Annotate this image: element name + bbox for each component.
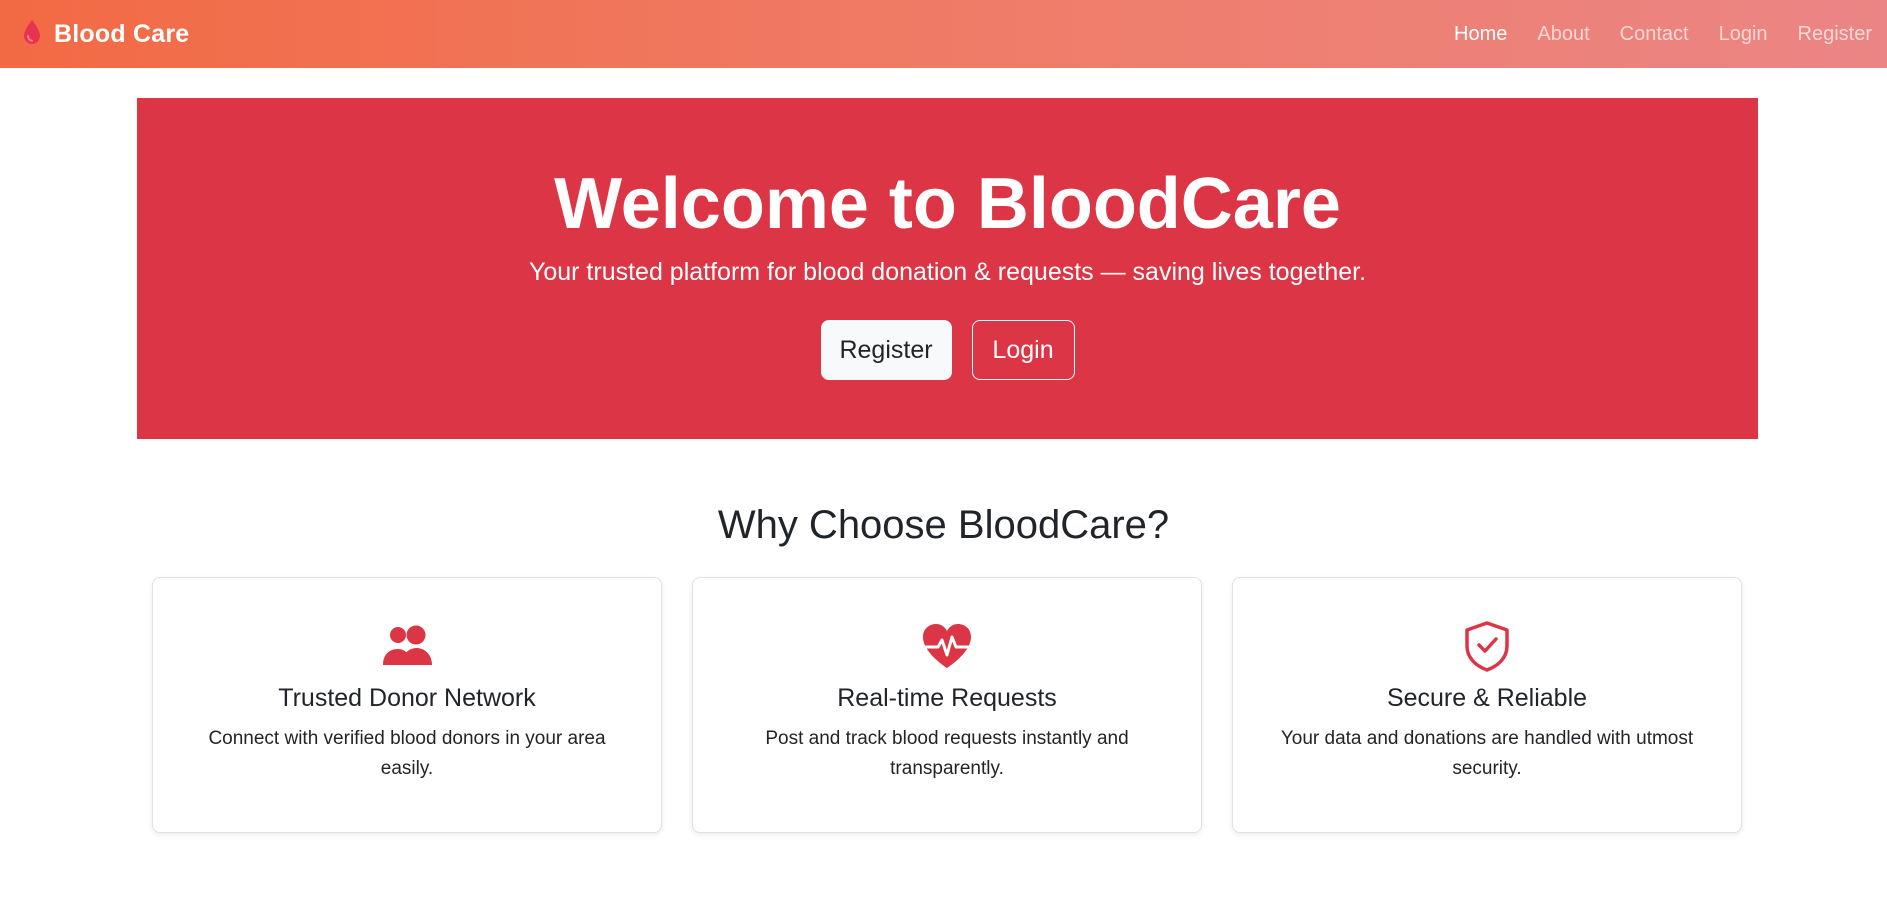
nav-link-contact[interactable]: Contact — [1620, 23, 1689, 46]
hero-buttons: Register Login — [137, 320, 1758, 380]
hero-title: Welcome to BloodCare — [554, 164, 1341, 244]
feature-card-text: Your data and donations are handled with… — [1280, 728, 1694, 779]
hero-register-button[interactable]: Register — [820, 320, 952, 380]
features-cards: Trusted Donor Network Connect with verif… — [152, 577, 1742, 833]
feature-card-title: Secure & Reliable — [1386, 684, 1588, 712]
feature-card-donor-network: Trusted Donor Network Connect with verif… — [152, 577, 662, 833]
heart-pulse-icon — [693, 620, 1201, 672]
hero-login-button[interactable]: Login — [971, 320, 1075, 380]
blood-drop-icon — [22, 19, 42, 50]
nav-link-home[interactable]: Home — [1454, 23, 1507, 46]
people-icon — [153, 620, 661, 672]
feature-card-text: Connect with verified blood donors in yo… — [208, 728, 606, 779]
brand-name: Blood Care — [54, 19, 190, 48]
feature-card-title: Real-time Requests — [837, 684, 1057, 712]
navbar: Blood Care Home About Contact Login Regi… — [0, 0, 1887, 68]
feature-card-title: Trusted Donor Network — [278, 684, 536, 712]
features-title: Why Choose BloodCare? — [717, 503, 1170, 547]
hero-section: Welcome to BloodCare Your trusted platfo… — [137, 98, 1758, 439]
hero-subtitle: Your trusted platform for blood donation… — [528, 258, 1367, 286]
nav-link-login[interactable]: Login — [1719, 23, 1768, 46]
nav-links: Home About Contact Login Register — [1439, 0, 1887, 68]
brand-link[interactable]: Blood Care — [22, 0, 189, 68]
feature-card-real-time-requests: Real-time Requests Post and track blood … — [692, 577, 1202, 833]
feature-card-secure-reliable: Secure & Reliable Your data and donation… — [1232, 577, 1742, 833]
feature-card-text: Post and track blood requests instantly … — [765, 728, 1129, 779]
shield-check-icon — [1233, 620, 1741, 672]
nav-link-register[interactable]: Register — [1798, 23, 1872, 46]
nav-link-about[interactable]: About — [1537, 23, 1589, 46]
